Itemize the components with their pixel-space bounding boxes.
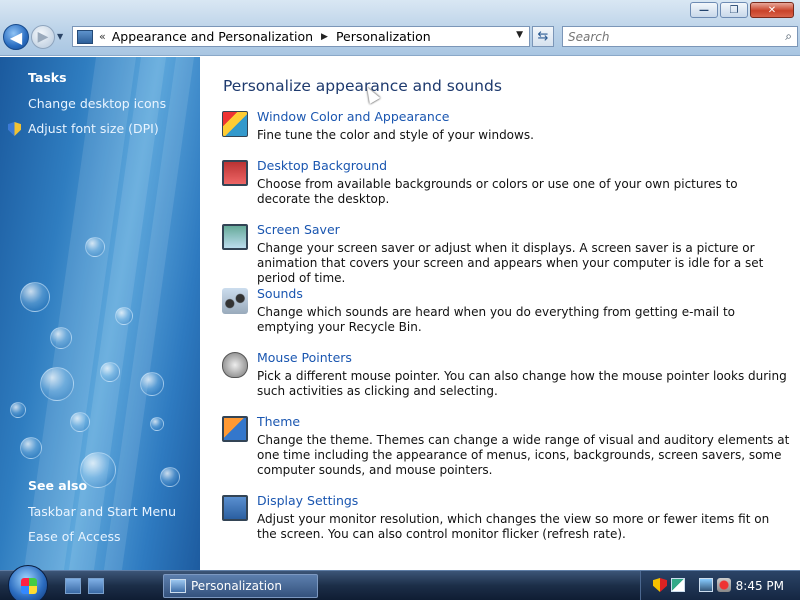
network-icon[interactable] [699,578,713,592]
sounds-link[interactable]: Sounds [257,286,303,301]
breadcrumb-personalization[interactable]: Personalization [336,29,431,44]
bubble [160,467,180,487]
security-shield-icon[interactable] [653,578,667,592]
start-button[interactable] [8,565,48,600]
back-button[interactable]: ◀ [3,24,29,50]
bubble [50,327,72,349]
breadcrumb-separator-icon[interactable]: ▶ [321,32,328,42]
adjust-font-size-link[interactable]: Adjust font size (DPI) [28,121,159,136]
task-pane: Tasks Change desktop icons Adjust font s… [0,57,200,570]
sounds-desc: Change which sounds are heard when you d… [257,305,735,334]
desktop-background-icon[interactable] [222,160,248,186]
sounds-icon[interactable] [222,288,248,314]
window-toolbar: — ❐ ✕ ◀ ▶ ▼ « Appearance and Personaliza… [0,0,800,56]
list-item-window-color: Window Color and Appearance Fine tune th… [222,109,792,149]
search-input[interactable] [563,27,763,46]
windows-logo-icon [21,578,37,594]
refresh-icon: ⇆ [537,29,549,44]
theme-desc: Change the theme. Themes can change a wi… [257,433,790,477]
taskbar-button-personalization[interactable]: Personalization [163,574,318,598]
minimize-button[interactable]: — [690,2,718,18]
mouse-pointers-link[interactable]: Mouse Pointers [257,350,352,365]
show-desktop-icon[interactable] [65,578,81,594]
mouse-pointer-icon[interactable] [222,352,248,378]
taskbar: Personalization 8:45 PM [0,565,800,600]
maximize-button[interactable]: ❐ [720,2,748,18]
volume-muted-icon[interactable] [717,578,731,592]
taskbar-start-menu-link[interactable]: Taskbar and Start Menu [28,504,176,519]
bubble [115,307,133,325]
breadcrumb-appearance[interactable]: Appearance and Personalization [112,29,313,44]
clock[interactable]: 8:45 PM [736,579,784,593]
bubble [140,372,164,396]
switch-windows-icon[interactable] [88,578,104,594]
list-item-mouse-pointers: Mouse Pointers Pick a different mouse po… [222,350,792,406]
bubble [10,402,26,418]
control-panel-icon [77,29,93,44]
theme-icon[interactable] [222,416,248,442]
system-tray: 8:45 PM [640,571,800,600]
taskbar-button-label: Personalization [191,579,282,593]
refresh-button[interactable]: ⇆ [532,26,554,47]
desktop-background-link[interactable]: Desktop Background [257,158,387,173]
forward-arrow-icon: ▶ [37,29,49,45]
window-color-icon[interactable] [222,111,248,137]
search-box[interactable]: ⌕ [562,26,798,47]
see-also-heading: See also [28,478,88,493]
display-settings-link[interactable]: Display Settings [257,493,358,508]
personalization-window-icon [170,579,186,593]
uac-shield-icon [8,122,21,136]
breadcrumb-overflow-chevron[interactable]: « [99,30,106,43]
display-settings-icon[interactable] [222,495,248,521]
bubble [150,417,164,431]
desktop-background-desc: Choose from available backgrounds or col… [257,177,738,206]
window-color-link[interactable]: Window Color and Appearance [257,109,449,124]
forward-button[interactable]: ▶ [31,25,55,49]
bubble [20,282,50,312]
recent-pages-dropdown[interactable]: ▼ [57,32,63,41]
ease-of-access-link[interactable]: Ease of Access [28,529,121,544]
list-item-sounds: Sounds Change which sounds are heard whe… [222,286,792,342]
list-item-screen-saver: Screen Saver Change your screen saver or… [222,222,792,285]
bubble [85,237,105,257]
bubble [20,437,42,459]
back-arrow-icon: ◀ [9,27,23,47]
list-item-display-settings: Display Settings Adjust your monitor res… [222,493,792,549]
screen-saver-link[interactable]: Screen Saver [257,222,340,237]
bubble [100,362,120,382]
window-controls: — ❐ ✕ [690,2,794,18]
theme-link[interactable]: Theme [257,414,300,429]
change-desktop-icons-link[interactable]: Change desktop icons [28,96,166,111]
list-item-theme: Theme Change the theme. Themes can chang… [222,414,792,484]
search-icon[interactable]: ⌕ [785,29,792,44]
address-dropdown-icon[interactable]: ▼ [516,30,523,40]
list-item-desktop-background: Desktop Background Choose from available… [222,158,792,214]
bubble [70,412,90,432]
address-bar[interactable]: « Appearance and Personalization ▶ Perso… [72,26,530,47]
bubble [40,367,74,401]
mouse-pointers-desc: Pick a different mouse pointer. You can … [257,369,787,398]
close-button[interactable]: ✕ [750,2,794,18]
tasks-heading: Tasks [28,70,67,85]
window-color-desc: Fine tune the color and style of your wi… [257,128,534,142]
display-settings-desc: Adjust your monitor resolution, which ch… [257,512,770,541]
content-pane: Personalize appearance and sounds Window… [200,57,800,570]
screen-saver-desc: Change your screen saver or adjust when … [257,241,764,285]
screen-saver-icon[interactable] [222,224,248,250]
windows-update-icon[interactable] [671,578,685,592]
